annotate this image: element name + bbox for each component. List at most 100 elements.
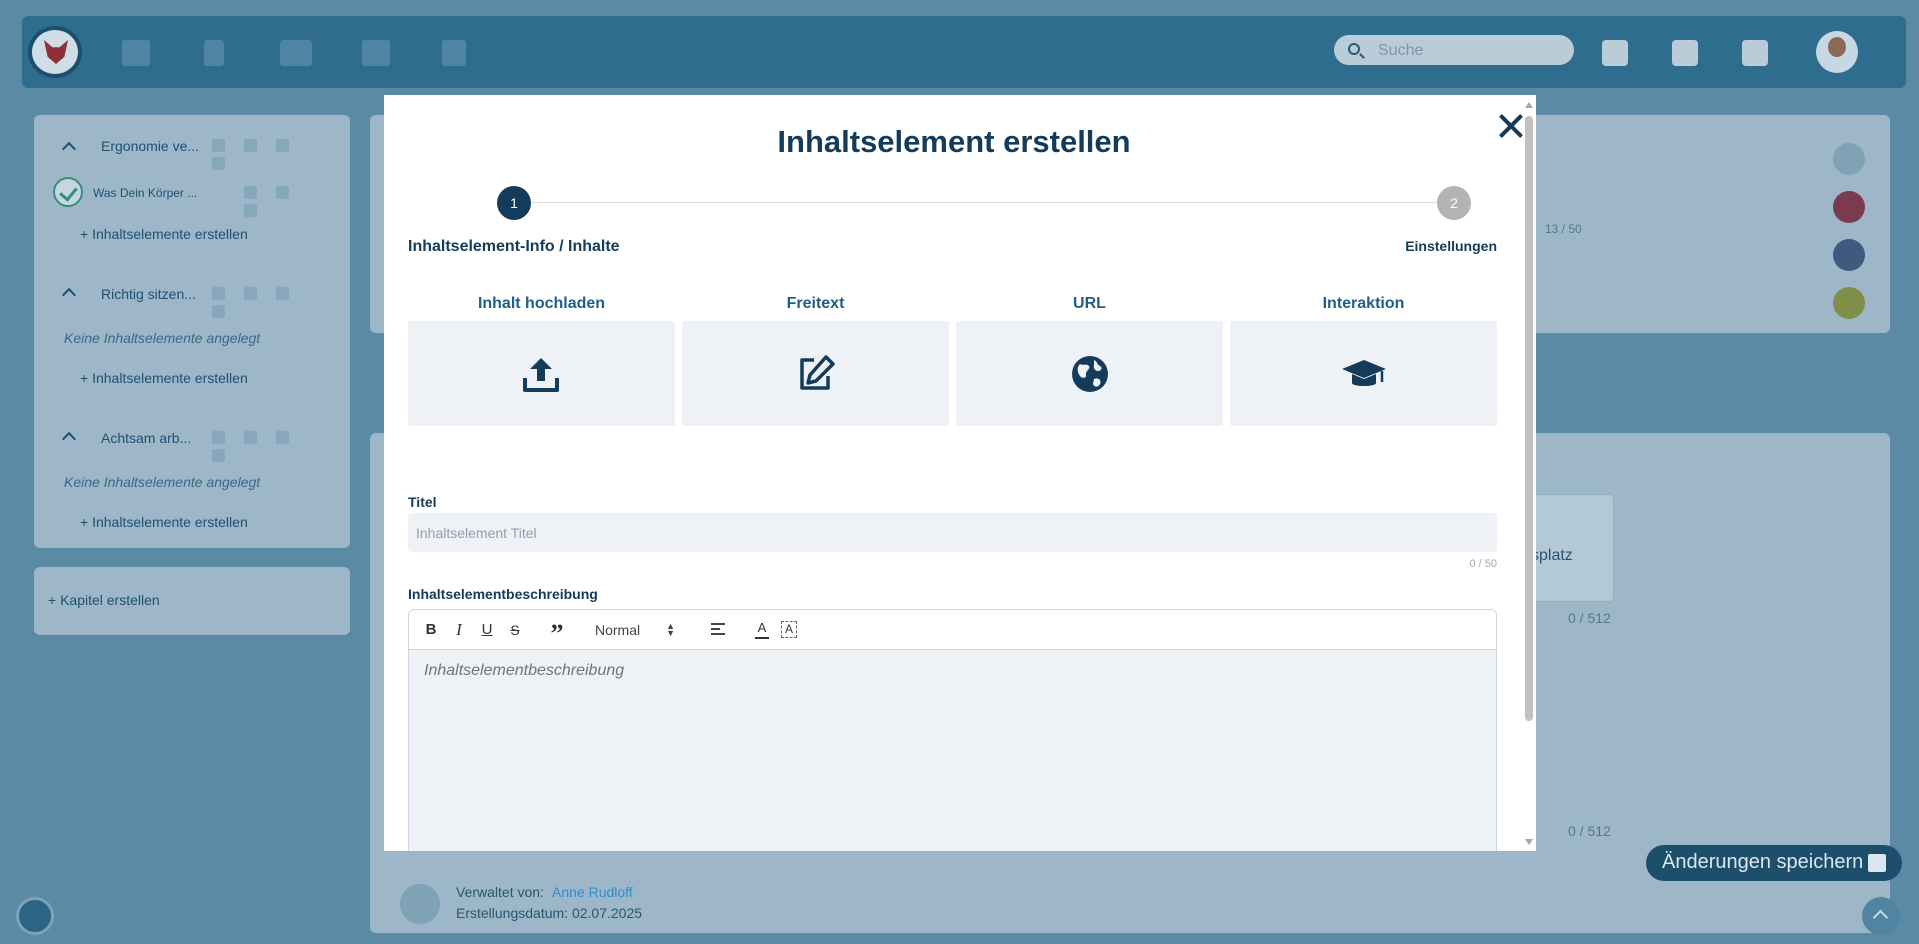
select-arrows-icon: ▲ ▼	[666, 621, 675, 638]
managed-by-label: Verwaltet von:	[456, 884, 544, 900]
completed-check-icon	[53, 177, 83, 207]
add-content-link[interactable]: + Inhaltselemente erstellen	[80, 226, 248, 242]
content-type-freetext: Freitext	[682, 295, 949, 426]
chapter-title[interactable]: Richtig sitzen...	[101, 286, 196, 302]
floppy-disk-icon	[1868, 854, 1886, 872]
move-icon[interactable]	[244, 186, 257, 199]
search-icon	[1348, 43, 1360, 55]
empty-chapter-text: Keine Inhaltselemente angelegt	[64, 474, 261, 490]
scroll-up-arrow-icon[interactable]	[1525, 102, 1533, 108]
italic-button[interactable]: I	[449, 619, 469, 641]
bold-button[interactable]: B	[421, 619, 441, 641]
scroll-down-arrow-icon[interactable]	[1525, 839, 1533, 845]
teacher-icon[interactable]	[362, 40, 390, 66]
content-type-url: URL	[956, 295, 1223, 426]
step-1-label: Inhaltselement-Info / Inhalte	[408, 238, 620, 255]
edit-icon[interactable]	[244, 139, 257, 152]
fox-logo-icon	[44, 40, 68, 64]
move-icon[interactable]	[212, 287, 225, 300]
brush-icon[interactable]	[442, 40, 466, 66]
edit-icon[interactable]	[1833, 287, 1865, 319]
strikethrough-button[interactable]: S	[505, 619, 525, 641]
globe-icon	[1072, 356, 1108, 392]
bar-chart-icon[interactable]	[1672, 40, 1698, 66]
add-content-label: Inhaltselemente erstellen	[92, 514, 248, 530]
description-editor[interactable]: Inhaltselementbeschreibung	[408, 650, 1497, 851]
copy-icon[interactable]	[276, 186, 289, 199]
search-input[interactable]: Suche	[1334, 35, 1574, 65]
modal-scrollbar[interactable]	[1524, 101, 1534, 845]
add-content-link[interactable]: + Inhaltselemente erstellen	[80, 370, 248, 386]
stepper-line	[504, 202, 1454, 203]
user-avatar[interactable]	[1816, 31, 1858, 73]
save-changes-label: Änderungen speichern	[1662, 851, 1864, 873]
title-input[interactable]	[408, 513, 1497, 552]
trash-icon[interactable]	[276, 139, 289, 152]
trash-icon[interactable]	[276, 431, 289, 444]
modal-title: Inhaltselement erstellen	[777, 124, 1131, 159]
upload-tile[interactable]	[408, 321, 675, 426]
bell-icon[interactable]	[1602, 40, 1628, 66]
step-2-label: Einstellungen	[1405, 238, 1497, 254]
copy-icon[interactable]	[1833, 143, 1865, 175]
step-2-indicator[interactable]: 2	[1437, 186, 1471, 220]
chapter-title[interactable]: Achtsam arb...	[101, 430, 191, 446]
search-placeholder: Suche	[1378, 42, 1424, 59]
add-content-label: Inhaltselemente erstellen	[92, 370, 248, 386]
top-navigation-bar: Suche	[22, 16, 1906, 88]
graduation-cap-icon[interactable]	[280, 40, 312, 66]
move-icon[interactable]	[212, 431, 225, 444]
bookmark-icon[interactable]	[204, 40, 224, 66]
header-format-select[interactable]: Normal ▲ ▼	[591, 619, 681, 641]
copy-icon[interactable]	[212, 449, 225, 462]
manager-name-link[interactable]: Anne Rudloff	[552, 884, 633, 900]
create-content-element-modal: Inhaltselement erstellen 1 2 Inhaltselem…	[384, 95, 1536, 851]
edit-icon[interactable]	[244, 287, 257, 300]
created-date: Erstellungsdatum: 02.07.2025	[456, 905, 643, 921]
title-field-label: Titel	[408, 494, 437, 510]
copy-icon[interactable]	[212, 305, 225, 318]
url-label: URL	[1073, 295, 1106, 312]
upload-label: Inhalt hochladen	[477, 295, 606, 312]
description-counter: 0 / 512	[1568, 610, 1611, 626]
app-logo[interactable]	[28, 26, 82, 78]
trash-icon[interactable]	[276, 287, 289, 300]
text-color-button[interactable]: A	[754, 620, 770, 640]
chapter-tools	[212, 287, 322, 318]
underline-button[interactable]: U	[477, 619, 497, 641]
freetext-tile[interactable]	[682, 321, 949, 426]
settings-icon[interactable]	[1833, 191, 1865, 223]
copy-icon[interactable]	[212, 157, 225, 170]
description-counter: 0 / 512	[1568, 823, 1611, 839]
background-color-button[interactable]: A	[781, 621, 797, 638]
scrollbar-thumb[interactable]	[1525, 116, 1533, 721]
create-chapter-link[interactable]: + Kapitel erstellen	[48, 592, 160, 608]
freetext-label: Freitext	[786, 295, 845, 312]
title-counter: 13 / 50	[1545, 222, 1582, 236]
gear-icon[interactable]	[1742, 40, 1768, 66]
blockquote-button[interactable]: ”	[547, 619, 567, 648]
edit-icon	[800, 355, 835, 390]
url-tile[interactable]	[956, 321, 1223, 426]
add-content-link[interactable]: + Inhaltselemente erstellen	[80, 514, 248, 530]
trash-icon[interactable]	[244, 204, 257, 217]
interaction-tile[interactable]	[1230, 321, 1497, 426]
monitor-icon[interactable]	[122, 40, 150, 66]
save-changes-button[interactable]: Änderungen speichern	[1646, 845, 1902, 881]
chapter-title[interactable]: Ergonomie ve...	[101, 138, 199, 154]
create-chapter-label: Kapitel erstellen	[60, 592, 160, 608]
move-icon[interactable]	[212, 139, 225, 152]
scroll-to-top-button[interactable]	[1862, 897, 1900, 935]
step-1-indicator[interactable]: 1	[497, 186, 531, 220]
title-char-counter: 0 / 50	[1469, 558, 1497, 570]
edit-icon[interactable]	[244, 431, 257, 444]
content-item-label[interactable]: Was Dein Körper ...	[93, 186, 197, 200]
cookie-settings-icon[interactable]	[16, 897, 54, 935]
description-placeholder: Inhaltselementbeschreibung	[424, 662, 625, 679]
header-format-value: Normal	[595, 622, 641, 638]
align-button[interactable]	[711, 623, 725, 635]
flag-icon[interactable]	[1833, 239, 1865, 271]
content-type-interaction: Interaktion	[1230, 295, 1497, 426]
chapter-tools	[212, 431, 322, 462]
item-tools	[244, 186, 324, 217]
